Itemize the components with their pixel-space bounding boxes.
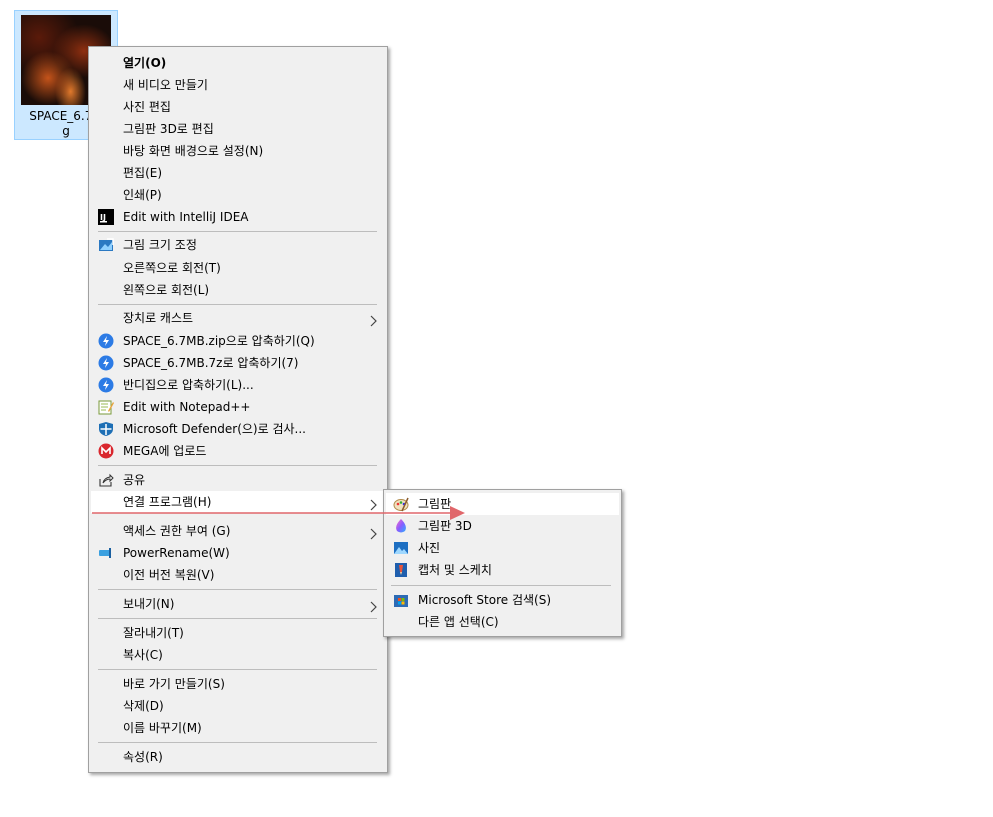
menu-item-delete[interactable]: 삭제(D): [91, 695, 385, 717]
menu-item-defender[interactable]: Microsoft Defender(으)로 검사...: [91, 418, 385, 440]
snip-sketch-icon: [393, 562, 409, 578]
bandizip-icon: [98, 355, 114, 371]
bandizip-icon: [98, 377, 114, 393]
menu-item-7z[interactable]: SPACE_6.7MB.7z로 압축하기(7): [91, 352, 385, 374]
menu-item-copy[interactable]: 복사(C): [91, 644, 385, 666]
share-icon: [98, 472, 114, 488]
menu-item-intellij[interactable]: IJ Edit with IntelliJ IDEA: [91, 206, 385, 228]
chevron-right-icon: [367, 598, 379, 613]
resize-image-icon: [98, 237, 114, 253]
menu-item-rotate-right[interactable]: 오른쪽으로 회전(T): [91, 257, 385, 279]
menu-separator: [98, 304, 377, 305]
chevron-right-icon: [367, 525, 379, 540]
menu-separator: [98, 465, 377, 466]
menu-item-send-to[interactable]: 보내기(N): [91, 593, 385, 615]
menu-item-zip[interactable]: SPACE_6.7MB.zip으로 압축하기(Q): [91, 330, 385, 352]
mega-icon: [98, 443, 114, 459]
photos-icon: [393, 540, 409, 556]
submenu-item-photos[interactable]: 사진: [386, 537, 619, 559]
paint-palette-icon: [393, 496, 409, 512]
menu-item-cut[interactable]: 잘라내기(T): [91, 622, 385, 644]
menu-item-print[interactable]: 인쇄(P): [91, 184, 385, 206]
chevron-right-icon: [367, 496, 379, 511]
menu-item-edit[interactable]: 편집(E): [91, 162, 385, 184]
submenu-item-choose-other-app[interactable]: 다른 앱 선택(C): [386, 611, 619, 633]
menu-separator: [391, 585, 611, 586]
menu-item-rename[interactable]: 이름 바꾸기(M): [91, 717, 385, 739]
submenu-item-paint3d[interactable]: 그림판 3D: [386, 515, 619, 537]
submenu-item-store-search[interactable]: Microsoft Store 검색(S): [386, 589, 619, 611]
menu-item-paint3d-edit[interactable]: 그림판 3D로 편집: [91, 118, 385, 140]
menu-separator: [98, 231, 377, 232]
chevron-right-icon: [367, 312, 379, 327]
menu-item-share[interactable]: 공유: [91, 469, 385, 491]
menu-item-open[interactable]: 열기(O): [91, 52, 385, 74]
menu-item-open-with[interactable]: 연결 프로그램(H): [91, 491, 385, 513]
open-with-submenu: 그림판 그림판 3D 사진 캡처 및 스케치 Microsoft Store 검…: [383, 489, 622, 637]
svg-text:IJ: IJ: [100, 213, 106, 222]
menu-item-restore-previous[interactable]: 이전 버전 복원(V): [91, 564, 385, 586]
menu-item-new-video[interactable]: 새 비디오 만들기: [91, 74, 385, 96]
paint3d-icon: [393, 518, 409, 534]
menu-item-give-access[interactable]: 액세스 권한 부여 (G): [91, 520, 385, 542]
menu-item-cast-to-device[interactable]: 장치로 캐스트: [91, 307, 385, 329]
menu-item-mega[interactable]: MEGA에 업로드: [91, 440, 385, 462]
bandizip-icon: [98, 333, 114, 349]
menu-separator: [98, 618, 377, 619]
submenu-item-paint[interactable]: 그림판: [386, 493, 619, 515]
menu-item-create-shortcut[interactable]: 바로 가기 만들기(S): [91, 673, 385, 695]
menu-item-bandizip[interactable]: 반디집으로 압축하기(L)...: [91, 374, 385, 396]
menu-separator: [98, 742, 377, 743]
menu-item-edit-photo[interactable]: 사진 편집: [91, 96, 385, 118]
store-icon: [393, 592, 409, 608]
submenu-item-snip-sketch[interactable]: 캡처 및 스케치: [386, 559, 619, 581]
defender-shield-icon: [98, 421, 114, 437]
menu-item-set-wallpaper[interactable]: 바탕 화면 배경으로 설정(N): [91, 140, 385, 162]
context-menu: 열기(O) 새 비디오 만들기 사진 편집 그림판 3D로 편집 바탕 화면 배…: [88, 46, 388, 773]
menu-item-notepadpp[interactable]: Edit with Notepad++: [91, 396, 385, 418]
powerrename-icon: [98, 545, 114, 561]
menu-item-properties[interactable]: 속성(R): [91, 746, 385, 768]
menu-item-rotate-left[interactable]: 왼쪽으로 회전(L): [91, 279, 385, 301]
intellij-icon: IJ: [98, 209, 114, 225]
menu-item-powerrename[interactable]: PowerRename(W): [91, 542, 385, 564]
notepadpp-icon: [98, 399, 114, 415]
menu-separator: [98, 589, 377, 590]
menu-item-resize[interactable]: 그림 크기 조정: [91, 234, 385, 256]
menu-separator: [98, 669, 377, 670]
